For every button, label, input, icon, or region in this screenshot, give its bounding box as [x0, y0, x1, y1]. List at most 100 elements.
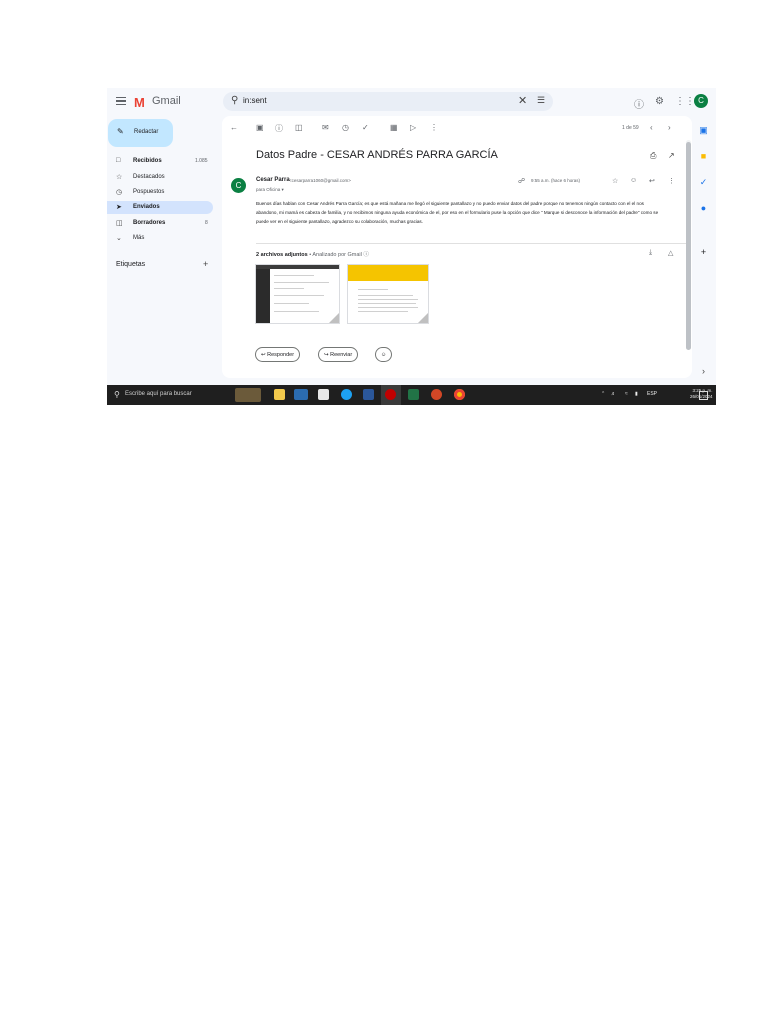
- attachment-thumbnail-2[interactable]: [347, 264, 429, 324]
- sidebar-item-mas[interactable]: ⌄ Más: [107, 232, 213, 245]
- attachment-thumbnail-1[interactable]: [255, 264, 340, 324]
- expand-side-panel-icon[interactable]: ›: [697, 365, 710, 378]
- clock-icon: ◷: [116, 189, 123, 196]
- label-icon[interactable]: ▷: [410, 123, 416, 132]
- reply-button[interactable]: ↩ Responder: [255, 347, 301, 362]
- file-explorer-icon[interactable]: [274, 389, 285, 400]
- add-label-button[interactable]: +: [203, 259, 208, 269]
- add-addon-icon[interactable]: +: [697, 246, 710, 259]
- notifications-icon[interactable]: [699, 391, 708, 400]
- search-icon[interactable]: ⚲: [114, 390, 120, 399]
- sidebar-item-recibidos[interactable]: □ Recibidos 1.085: [107, 155, 213, 168]
- word-icon[interactable]: [363, 389, 374, 400]
- labels-heading: Etiquetas: [116, 261, 146, 268]
- wifi-icon[interactable]: ≈: [625, 391, 628, 397]
- scrollbar-thumb[interactable]: [686, 142, 691, 350]
- excel-icon[interactable]: [408, 389, 419, 400]
- search-bar[interactable]: ⚲ in:sent ✕ ☰: [223, 92, 553, 111]
- eagle-icon[interactable]: [235, 388, 261, 402]
- sidebar-item-destacados[interactable]: ☆ Destacados: [107, 171, 213, 184]
- delete-icon[interactable]: ◫: [295, 123, 303, 132]
- reply-icon: ↩: [261, 352, 266, 358]
- mark-unread-icon[interactable]: ✉: [322, 123, 329, 132]
- volume-icon[interactable]: ♬: [611, 391, 616, 397]
- more-vert-icon[interactable]: ⋮: [668, 177, 675, 185]
- snooze-icon[interactable]: ◷: [342, 123, 349, 132]
- close-icon[interactable]: ✕: [518, 94, 527, 107]
- sender-name[interactable]: Cesar Parra: [256, 177, 290, 183]
- chevron-down-icon: ⌄: [116, 235, 122, 242]
- attachments-scan-note: • Analizado por Gmail ⓘ: [309, 252, 369, 258]
- emoji-icon: ☺: [380, 352, 387, 358]
- sidebar-item-enviados[interactable]: ➤ Enviados: [107, 201, 213, 214]
- attachments-count: 2 archivos adjuntos: [256, 252, 308, 258]
- sidebar-item-label: Más: [133, 235, 145, 241]
- calendar-app-icon[interactable]: [294, 389, 308, 400]
- attachment-icon: ☍: [518, 178, 526, 185]
- download-all-icon[interactable]: ⤓: [649, 249, 652, 257]
- tasks-icon[interactable]: ✓: [697, 176, 710, 189]
- tune-icon[interactable]: ☰: [537, 95, 545, 106]
- emoji-icon[interactable]: ☺: [630, 177, 637, 184]
- keep-icon[interactable]: ■: [697, 150, 710, 163]
- star-icon: ☆: [116, 174, 123, 181]
- edge-icon[interactable]: [341, 389, 352, 400]
- windows-taskbar: ⚲ Escribe aquí para buscar ⌃ ♬ ≈ ▮ ESP 3…: [107, 385, 716, 405]
- powerpoint-icon[interactable]: [431, 389, 442, 400]
- taskbar-search[interactable]: Escribe aquí para buscar: [125, 391, 192, 397]
- pencil-icon: ✎: [117, 127, 124, 136]
- calendar-icon[interactable]: ▣: [697, 124, 710, 137]
- sidebar-item-label: Borradores: [133, 220, 166, 226]
- divider: [256, 243, 686, 244]
- contacts-icon[interactable]: ●: [697, 202, 710, 215]
- page-title: Datos Padre - CESAR ANDRÉS PARRA GARCÍA: [256, 149, 498, 161]
- opera-icon[interactable]: [385, 389, 396, 400]
- sender-avatar[interactable]: C: [231, 178, 246, 193]
- unread-count: 1.085: [195, 158, 208, 164]
- star-icon[interactable]: ☆: [612, 177, 618, 185]
- search-icon[interactable]: ⚲: [231, 95, 238, 106]
- add-task-icon[interactable]: ✓: [362, 123, 369, 132]
- message-body: Buenos días hablan con Cesar Andrés Parr…: [256, 201, 659, 225]
- next-page-icon[interactable]: ›: [668, 123, 671, 132]
- archive-icon[interactable]: ▣: [256, 123, 264, 132]
- sidebar-item-label: Recibidos: [133, 158, 162, 164]
- message-panel: ← ▣ ⓘ ◫ ✉ ◷ ✓ ▦ ▷ ⋮ 1 de 59 ‹ › Datos Pa…: [222, 116, 692, 378]
- help-icon[interactable]: ⓘ: [634, 96, 644, 111]
- main-menu-icon[interactable]: [116, 97, 126, 105]
- emoji-react-button[interactable]: ☺: [375, 347, 392, 362]
- pager-text: 1 de 59: [622, 125, 639, 131]
- compose-label: Redactar: [134, 129, 159, 135]
- forward-label: Reenviar: [330, 352, 353, 358]
- compose-button[interactable]: ✎ Redactar: [108, 119, 173, 147]
- prev-page-icon[interactable]: ‹: [650, 123, 653, 132]
- move-to-icon[interactable]: ▦: [390, 123, 398, 132]
- show-hidden-icons-icon[interactable]: ⌃: [601, 391, 605, 397]
- screenshot: M Gmail ⚲ in:sent ✕ ☰ ⓘ ⚙ ⋮⋮ C ✎ Redacta…: [107, 88, 716, 405]
- account-avatar[interactable]: C: [694, 94, 708, 108]
- recipient-dropdown[interactable]: para Oficina ▾: [256, 187, 284, 193]
- sidebar-item-borradores[interactable]: ◫ Borradores 8: [107, 217, 213, 230]
- language-indicator[interactable]: ESP: [647, 391, 657, 397]
- open-new-window-icon[interactable]: ↗: [668, 151, 675, 160]
- chrome-icon[interactable]: [454, 389, 465, 400]
- gmail-logo-icon[interactable]: M: [134, 95, 145, 110]
- more-vert-icon[interactable]: ⋮: [430, 123, 438, 132]
- attachments-heading: 2 archivos adjuntos • Analizado por Gmai…: [256, 250, 369, 258]
- send-icon: ➤: [116, 204, 122, 211]
- sidebar-item-pospuestos[interactable]: ◷ Pospuestos: [107, 186, 213, 199]
- back-arrow-icon[interactable]: ←: [230, 123, 238, 132]
- apps-grid-icon[interactable]: ⋮⋮: [675, 96, 695, 107]
- reply-icon[interactable]: ↩: [649, 177, 655, 185]
- sidebar-item-label: Pospuestos: [133, 189, 165, 195]
- print-icon[interactable]: ⎙: [650, 151, 656, 161]
- store-icon[interactable]: [318, 389, 329, 400]
- gear-icon[interactable]: ⚙: [655, 96, 664, 107]
- gmail-logo-text[interactable]: Gmail: [152, 95, 181, 107]
- battery-icon[interactable]: ▮: [635, 391, 638, 397]
- drive-add-icon[interactable]: △: [668, 249, 673, 257]
- forward-button[interactable]: ↪ Reenviar: [318, 347, 359, 362]
- search-input[interactable]: in:sent: [243, 96, 267, 105]
- message-time: 9:55 a.m. (hace 6 horas): [531, 178, 581, 183]
- report-spam-icon[interactable]: ⓘ: [275, 123, 283, 134]
